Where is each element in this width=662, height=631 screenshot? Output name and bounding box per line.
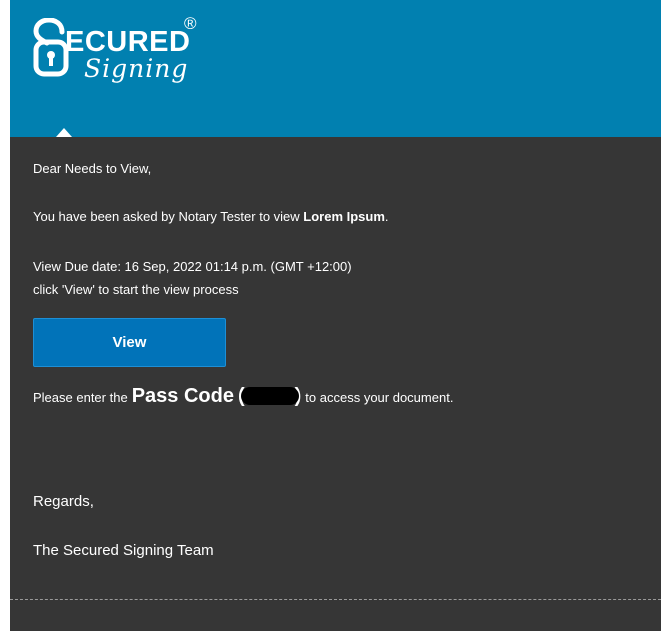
request-line: You have been asked by Notary Tester to … [33, 209, 389, 224]
email-body: ECURED ® Signing Dear Needs to View, You… [10, 0, 661, 631]
passcode-prefix: Please enter the [33, 390, 128, 405]
request-prefix: You have been asked by Notary Tester to … [33, 209, 304, 224]
secured-signing-logo: ECURED ® Signing [32, 14, 222, 84]
regards: Regards, [33, 493, 94, 510]
signature: The Secured Signing Team [33, 542, 214, 559]
redacted-passcode [240, 387, 299, 405]
due-date: View Due date: 16 Sep, 2022 01:14 p.m. (… [33, 259, 352, 274]
view-button[interactable]: View [33, 318, 226, 367]
logo-text-signing: Signing [84, 54, 189, 83]
passcode-line: Please enter the Pass Code ( ) to access… [33, 384, 453, 408]
registered-mark: ® [184, 14, 197, 33]
footer-divider [10, 599, 661, 600]
header-pointer-icon [56, 128, 72, 137]
email-header: ECURED ® Signing [10, 0, 661, 137]
view-instruction: click 'View' to start the view process [33, 282, 239, 297]
greeting: Dear Needs to View, [33, 161, 152, 176]
document-name: Lorem Ipsum [303, 209, 385, 224]
passcode-label: Pass Code [131, 385, 234, 407]
passcode-suffix: to access your document. [305, 390, 454, 405]
request-suffix: . [384, 209, 389, 224]
